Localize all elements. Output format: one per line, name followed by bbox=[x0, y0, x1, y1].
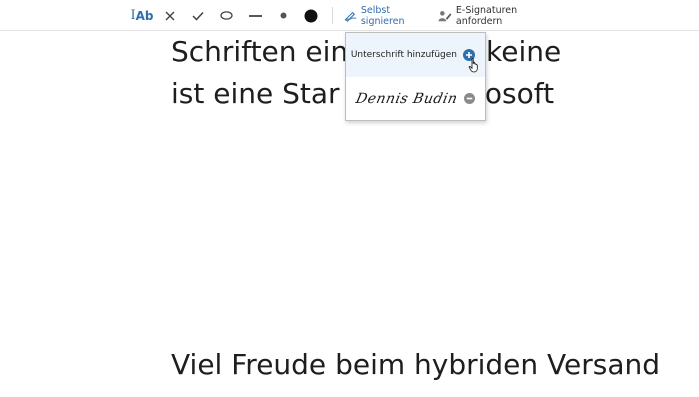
checkmark-icon bbox=[192, 11, 204, 21]
ellipse-tool-button[interactable] bbox=[218, 0, 234, 31]
signature-preview: Dennis Budin bbox=[354, 90, 460, 107]
request-signatures-label: E-Signaturen anfordern bbox=[455, 4, 518, 27]
check-tool-button[interactable] bbox=[190, 0, 206, 31]
cross-tool-button[interactable] bbox=[162, 0, 178, 31]
annotation-toolbar: I Ab Selbst signieren E-Signaturen anford… bbox=[0, 0, 699, 31]
cross-icon bbox=[165, 11, 175, 20]
remove-circle-icon[interactable] bbox=[464, 93, 475, 104]
pen-sign-icon bbox=[344, 11, 357, 22]
hand-cursor-icon bbox=[468, 58, 478, 73]
users-sign-icon bbox=[438, 10, 452, 21]
add-signature-item[interactable]: Unterschrift hinzufügen bbox=[346, 33, 485, 77]
toolbar-divider bbox=[332, 7, 333, 24]
large-dot-tool-button[interactable] bbox=[303, 0, 319, 31]
text-tool-button[interactable]: I Ab bbox=[130, 0, 154, 31]
text-tool-label: Ab bbox=[135, 8, 154, 23]
request-signatures-button[interactable]: E-Signaturen anfordern bbox=[438, 0, 552, 31]
line-tool-button[interactable] bbox=[247, 0, 263, 31]
ellipse-icon bbox=[219, 11, 233, 20]
large-dot-icon bbox=[304, 9, 318, 22]
line-icon bbox=[248, 14, 262, 17]
document-text-line: Viel Freude beim hybriden Versand bbox=[171, 348, 661, 381]
signature-dropdown: Unterschrift hinzufügen Dennis Budin bbox=[345, 32, 486, 121]
self-sign-button[interactable]: Selbst signieren bbox=[344, 0, 426, 31]
small-dot-tool-button[interactable] bbox=[277, 0, 289, 31]
small-dot-icon bbox=[280, 12, 286, 19]
self-sign-label: Selbst signieren bbox=[360, 4, 405, 27]
saved-signature-item[interactable]: Dennis Budin bbox=[346, 77, 485, 120]
add-signature-label: Unterschrift hinzufügen bbox=[350, 50, 457, 60]
